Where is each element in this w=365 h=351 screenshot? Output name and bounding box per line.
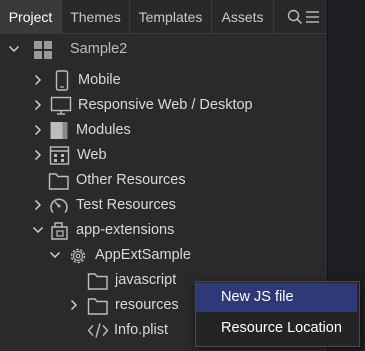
tree-label: Modules (76, 122, 131, 138)
chevron-right-icon[interactable] (31, 198, 45, 212)
chevron-right-icon[interactable] (31, 98, 45, 112)
tree-item-appextsample[interactable]: AppExtSample (0, 243, 327, 268)
chevron-down-icon[interactable] (7, 42, 21, 56)
tree-label: Sample2 (70, 41, 128, 57)
tree-item-app-extensions[interactable]: app-extensions (0, 218, 327, 243)
tree-label: Info.plist (114, 322, 168, 338)
search-icon[interactable] (286, 8, 304, 26)
tree-item-responsive-web[interactable]: Responsive Web / Desktop (0, 93, 327, 118)
tab-assets[interactable]: Assets (212, 0, 274, 33)
tab-bar: Project Themes Templates Assets (0, 0, 327, 34)
chevron-right-icon[interactable] (67, 298, 81, 312)
folder-icon (87, 298, 108, 315)
grid-icon (34, 41, 52, 59)
tree-label: Test Resources (76, 197, 176, 213)
menu-item-label: Resource Location (221, 320, 342, 336)
tree-label: app-extensions (76, 222, 175, 238)
menu-item-resource-location[interactable]: Resource Location (196, 314, 357, 343)
menu-icon[interactable] (304, 8, 322, 26)
context-menu: New JS file Resource Location (195, 281, 360, 347)
chevron-right-icon[interactable] (31, 123, 45, 137)
chevron-right-icon[interactable] (31, 148, 45, 162)
phone-icon (55, 70, 69, 91)
tab-themes[interactable]: Themes (62, 0, 130, 33)
tree-item-test-resources[interactable]: Test Resources (0, 193, 327, 218)
gauge-icon (50, 198, 68, 213)
tree-item-modules[interactable]: Modules (0, 118, 327, 143)
tree-label: AppExtSample (95, 247, 191, 263)
chevron-down-icon[interactable] (31, 223, 45, 237)
tree-label: resources (115, 297, 179, 313)
module-icon (50, 122, 68, 139)
menu-item-label: New JS file (221, 289, 294, 305)
extension-icon (51, 222, 68, 240)
menu-item-new-js-file[interactable]: New JS file (196, 283, 357, 312)
tree-label: Web (77, 147, 107, 163)
monitor-icon (50, 96, 72, 115)
gear-icon (70, 248, 86, 264)
tree-root-sample2[interactable]: Sample2 (0, 37, 327, 62)
tab-templates[interactable]: Templates (130, 0, 212, 33)
folder-icon (87, 273, 108, 290)
tree-item-web[interactable]: Web (0, 143, 327, 168)
tree-label: Responsive Web / Desktop (78, 97, 253, 113)
web-icon (49, 146, 70, 165)
tree-item-mobile[interactable]: Mobile (0, 68, 327, 93)
tree-label: javascript (115, 272, 177, 288)
tab-tools (279, 0, 327, 33)
chevron-right-icon[interactable] (31, 73, 45, 87)
tree-label: Other Resources (76, 172, 186, 188)
tree-label: Mobile (78, 72, 121, 88)
code-icon (87, 323, 109, 338)
tab-project[interactable]: Project (0, 0, 62, 33)
tree-item-other-resources[interactable]: Other Resources (0, 168, 327, 193)
folder-icon (48, 173, 69, 190)
chevron-down-icon[interactable] (48, 248, 62, 262)
